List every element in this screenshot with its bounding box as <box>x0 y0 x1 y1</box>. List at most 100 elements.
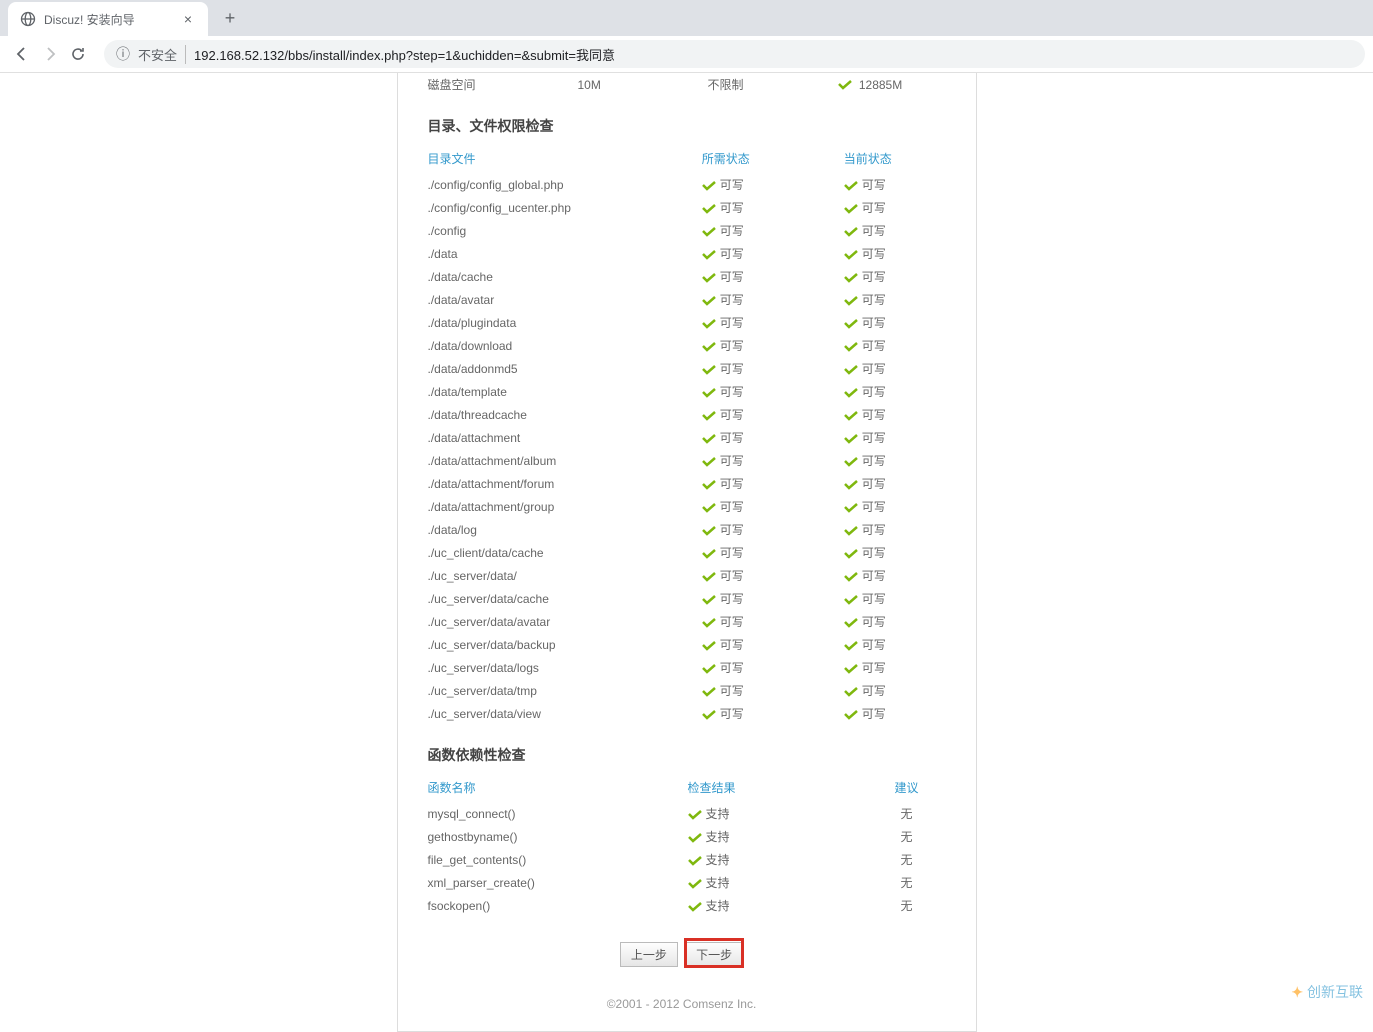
perm-required: 可写 <box>702 679 844 702</box>
check-icon <box>702 319 716 329</box>
perm-current: 可写 <box>844 357 966 380</box>
table-row: ./config/config_global.php可写可写 <box>398 173 966 196</box>
table-row: ./uc_server/data/cache可写可写 <box>398 587 966 610</box>
env-table-partial: 磁盘空间 10M 不限制 12885M <box>398 73 966 96</box>
new-tab-button[interactable]: + <box>216 4 244 32</box>
check-icon <box>688 856 702 866</box>
check-icon <box>688 879 702 889</box>
table-row: ./uc_server/data/可写可写 <box>398 564 966 587</box>
check-icon <box>844 365 858 375</box>
perm-path: ./data/addonmd5 <box>398 357 702 380</box>
func-result: 支持 <box>688 802 848 825</box>
perm-path: ./uc_server/data/ <box>398 564 702 587</box>
perm-required: 可写 <box>702 173 844 196</box>
perm-current: 可写 <box>844 380 966 403</box>
check-icon <box>702 480 716 490</box>
func-suggest: 无 <box>848 848 966 871</box>
perm-col-current: 当前状态 <box>844 144 966 173</box>
perm-path: ./data/download <box>398 334 702 357</box>
table-row: ./uc_server/data/view可写可写 <box>398 702 966 725</box>
browser-tab[interactable]: Discuz! 安装向导 × <box>8 2 208 36</box>
check-icon <box>702 457 716 467</box>
env-min: 10M <box>578 73 708 96</box>
perm-path: ./data/plugindata <box>398 311 702 334</box>
perm-current: 可写 <box>844 518 966 541</box>
security-label: 不安全 <box>138 45 186 64</box>
check-icon <box>844 411 858 421</box>
check-icon <box>702 342 716 352</box>
perm-path: ./config/config_ucenter.php <box>398 196 702 219</box>
func-suggest: 无 <box>848 802 966 825</box>
check-icon <box>702 411 716 421</box>
check-icon <box>844 227 858 237</box>
perm-path: ./uc_server/data/backup <box>398 633 702 656</box>
table-row: ./uc_server/data/avatar可写可写 <box>398 610 966 633</box>
content-wrapper: 磁盘空间 10M 不限制 12885M 目录、文件权限检查 目录文件 所需状态 … <box>0 73 1373 1032</box>
func-suggest: 无 <box>848 825 966 848</box>
check-icon <box>702 572 716 582</box>
table-row: ./uc_client/data/cache可写可写 <box>398 541 966 564</box>
perm-path: ./config/config_global.php <box>398 173 702 196</box>
table-row: ./data/cache可写可写 <box>398 265 966 288</box>
perm-required: 可写 <box>702 242 844 265</box>
check-icon <box>702 503 716 513</box>
perm-current: 可写 <box>844 472 966 495</box>
perm-required: 可写 <box>702 334 844 357</box>
table-row: ./data/attachment/forum可写可写 <box>398 472 966 495</box>
check-icon <box>838 80 852 90</box>
browser-chrome: Discuz! 安装向导 × + ⓘ 不安全 192.168.52.132/bb… <box>0 0 1373 73</box>
check-icon <box>844 687 858 697</box>
perm-current: 可写 <box>844 656 966 679</box>
table-row: ./data/attachment/album可写可写 <box>398 449 966 472</box>
perm-path: ./config <box>398 219 702 242</box>
next-button[interactable]: 下一步 <box>685 942 743 967</box>
check-icon <box>702 250 716 260</box>
check-icon <box>844 457 858 467</box>
perm-required: 可写 <box>702 403 844 426</box>
perm-required: 可写 <box>702 449 844 472</box>
perm-path: ./data <box>398 242 702 265</box>
check-icon <box>702 710 716 720</box>
reload-button[interactable] <box>64 40 92 68</box>
check-icon <box>688 833 702 843</box>
perm-current: 可写 <box>844 311 966 334</box>
perm-current: 可写 <box>844 288 966 311</box>
perm-current: 可写 <box>844 334 966 357</box>
prev-button[interactable]: 上一步 <box>620 942 678 967</box>
perm-current: 可写 <box>844 495 966 518</box>
forward-button[interactable] <box>36 40 64 68</box>
func-col-result: 检查结果 <box>688 773 848 802</box>
perm-current: 可写 <box>844 633 966 656</box>
func-name: xml_parser_create() <box>398 871 688 894</box>
func-name: fsockopen() <box>398 894 688 917</box>
close-icon[interactable]: × <box>180 11 196 27</box>
perm-path: ./uc_server/data/tmp <box>398 679 702 702</box>
perm-table: 目录文件 所需状态 当前状态 ./config/config_global.ph… <box>398 144 966 725</box>
check-icon <box>702 388 716 398</box>
func-col-suggest: 建议 <box>848 773 966 802</box>
tab-bar: Discuz! 安装向导 × + <box>0 0 1373 36</box>
perm-required: 可写 <box>702 196 844 219</box>
check-icon <box>844 710 858 720</box>
env-current-value: 12885M <box>859 78 902 92</box>
table-row: ./data/template可写可写 <box>398 380 966 403</box>
perm-required: 可写 <box>702 587 844 610</box>
address-bar[interactable]: ⓘ 不安全 192.168.52.132/bbs/install/index.p… <box>104 40 1365 68</box>
watermark-text: 创新互联 <box>1307 984 1363 1000</box>
nav-bar: ⓘ 不安全 192.168.52.132/bbs/install/index.p… <box>0 36 1373 72</box>
perm-required: 可写 <box>702 311 844 334</box>
perm-current: 可写 <box>844 610 966 633</box>
table-row: ./data/threadcache可写可写 <box>398 403 966 426</box>
perm-required: 可写 <box>702 357 844 380</box>
func-result: 支持 <box>688 894 848 917</box>
perm-current: 可写 <box>844 541 966 564</box>
perm-current: 可写 <box>844 702 966 725</box>
perm-path: ./data/cache <box>398 265 702 288</box>
check-icon <box>844 342 858 352</box>
check-icon <box>844 549 858 559</box>
table-row: ./uc_server/data/backup可写可写 <box>398 633 966 656</box>
check-icon <box>702 595 716 605</box>
check-icon <box>844 480 858 490</box>
func-result: 支持 <box>688 825 848 848</box>
back-button[interactable] <box>8 40 36 68</box>
